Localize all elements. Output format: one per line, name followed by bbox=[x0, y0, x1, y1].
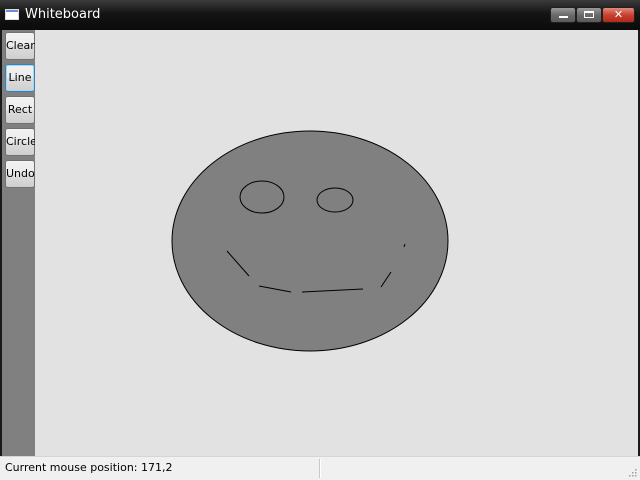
close-button[interactable]: ✕ bbox=[602, 7, 635, 23]
face-circle bbox=[171, 130, 449, 352]
window-title: Whiteboard bbox=[25, 7, 101, 22]
rect-tool-button[interactable]: Rect bbox=[5, 96, 35, 124]
drawing-shapes bbox=[171, 130, 449, 352]
mouse-position-status: Current mouse position: 171,2 bbox=[5, 461, 173, 474]
resize-grip-icon[interactable] bbox=[627, 467, 637, 477]
title-bar[interactable]: Whiteboard ✕ bbox=[0, 0, 640, 30]
status-bar: Current mouse position: 171,2 bbox=[0, 456, 640, 480]
minimize-icon bbox=[559, 16, 568, 18]
maximize-icon bbox=[584, 11, 594, 18]
close-icon: ✕ bbox=[613, 8, 624, 21]
undo-button[interactable]: Undo bbox=[5, 160, 35, 188]
line-tool-button[interactable]: Line bbox=[5, 64, 35, 92]
whiteboard-window: Whiteboard ✕ Clear Line Rect Circle Undo bbox=[0, 0, 640, 480]
maximize-button[interactable] bbox=[576, 7, 602, 23]
clear-button[interactable]: Clear bbox=[5, 32, 35, 60]
app-window-icon bbox=[5, 9, 19, 20]
minimize-button[interactable] bbox=[550, 7, 576, 23]
drawing-canvas[interactable] bbox=[35, 30, 638, 456]
status-divider-highlight bbox=[320, 459, 321, 478]
circle-tool-button[interactable]: Circle bbox=[5, 128, 37, 156]
tool-sidebar: Clear Line Rect Circle Undo bbox=[2, 30, 37, 456]
